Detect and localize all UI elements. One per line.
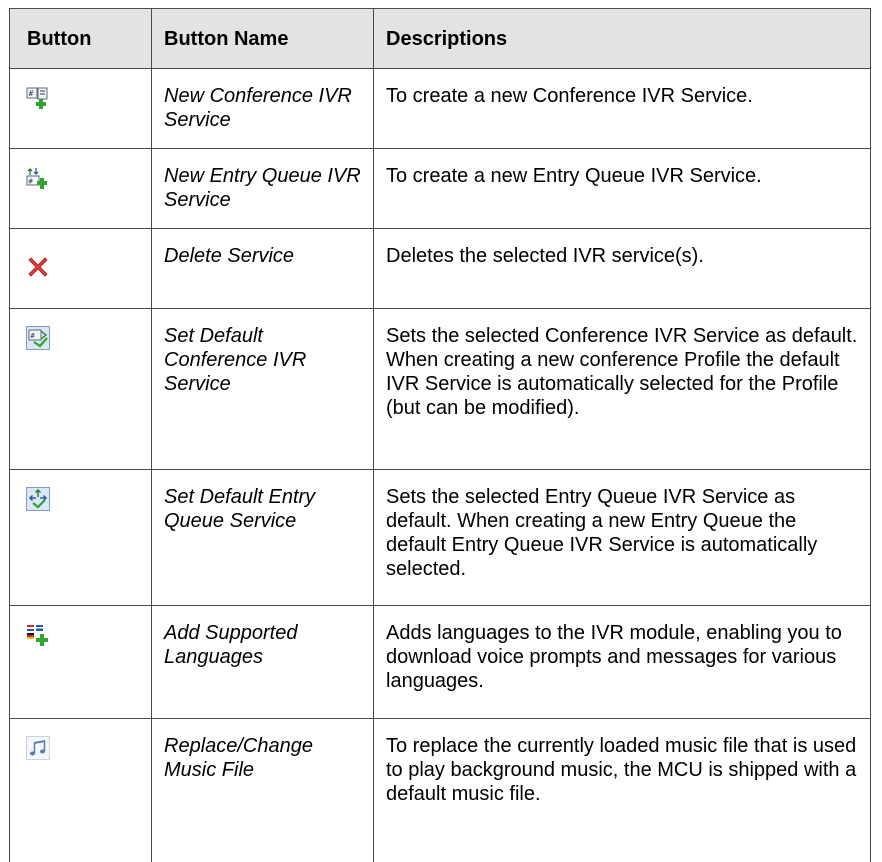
music-file-icon — [26, 736, 50, 760]
icon-cell: # — [9, 308, 152, 470]
button-name: Replace/Change Music File — [151, 718, 374, 862]
header-descriptions: Descriptions — [373, 8, 871, 69]
button-name: New Conference IVR Service — [151, 68, 374, 149]
svg-text:#: # — [29, 89, 34, 98]
delete-icon — [26, 254, 50, 278]
button-description: Adds languages to the IVR module, enabli… — [373, 605, 871, 719]
header-button: Button — [9, 8, 152, 69]
button-name: Set Default Conference IVR Service — [151, 308, 374, 470]
set-default-conference-icon: # — [26, 326, 50, 350]
icon-cell — [9, 228, 152, 309]
button-name: New Entry Queue IVR Service — [151, 148, 374, 229]
button-description: Sets the selected Entry Queue IVR Servic… — [373, 469, 871, 606]
button-name: Add Supported Languages — [151, 605, 374, 719]
button-name: Set Default Entry Queue Service — [151, 469, 374, 606]
new-entry-queue-ivr-icon: # — [26, 166, 50, 190]
table-row: Replace/Change Music File To replace the… — [9, 718, 871, 862]
new-conference-ivr-icon: # — [26, 86, 50, 110]
button-description: To replace the currently loaded music fi… — [373, 718, 871, 862]
table-row: # New Entry Queue IVR Service To create … — [9, 148, 871, 229]
buttons-table: Button Button Name Descriptions # New Co… — [9, 8, 871, 862]
header-button-name: Button Name — [151, 8, 374, 69]
set-default-entry-queue-icon — [26, 487, 50, 511]
table-row: Add Supported Languages Adds languages t… — [9, 605, 871, 719]
add-languages-icon — [26, 623, 50, 647]
button-description: Sets the selected Conference IVR Service… — [373, 308, 871, 470]
table-row: Delete Service Deletes the selected IVR … — [9, 228, 871, 309]
table-row: # New Conference IVR Service To create a… — [9, 68, 871, 149]
button-name: Delete Service — [151, 228, 374, 309]
button-description: Deletes the selected IVR service(s). — [373, 228, 871, 309]
icon-cell: # — [9, 148, 152, 229]
icon-cell — [9, 718, 152, 862]
icon-cell: # — [9, 68, 152, 149]
table-row: Set Default Entry Queue Service Sets the… — [9, 469, 871, 606]
button-description: To create a new Entry Queue IVR Service. — [373, 148, 871, 229]
icon-cell — [9, 469, 152, 606]
table-header-row: Button Button Name Descriptions — [9, 8, 871, 69]
icon-cell — [9, 605, 152, 719]
table-row: # Set Default Conference IVR Service Set… — [9, 308, 871, 470]
button-description: To create a new Conference IVR Service. — [373, 68, 871, 149]
